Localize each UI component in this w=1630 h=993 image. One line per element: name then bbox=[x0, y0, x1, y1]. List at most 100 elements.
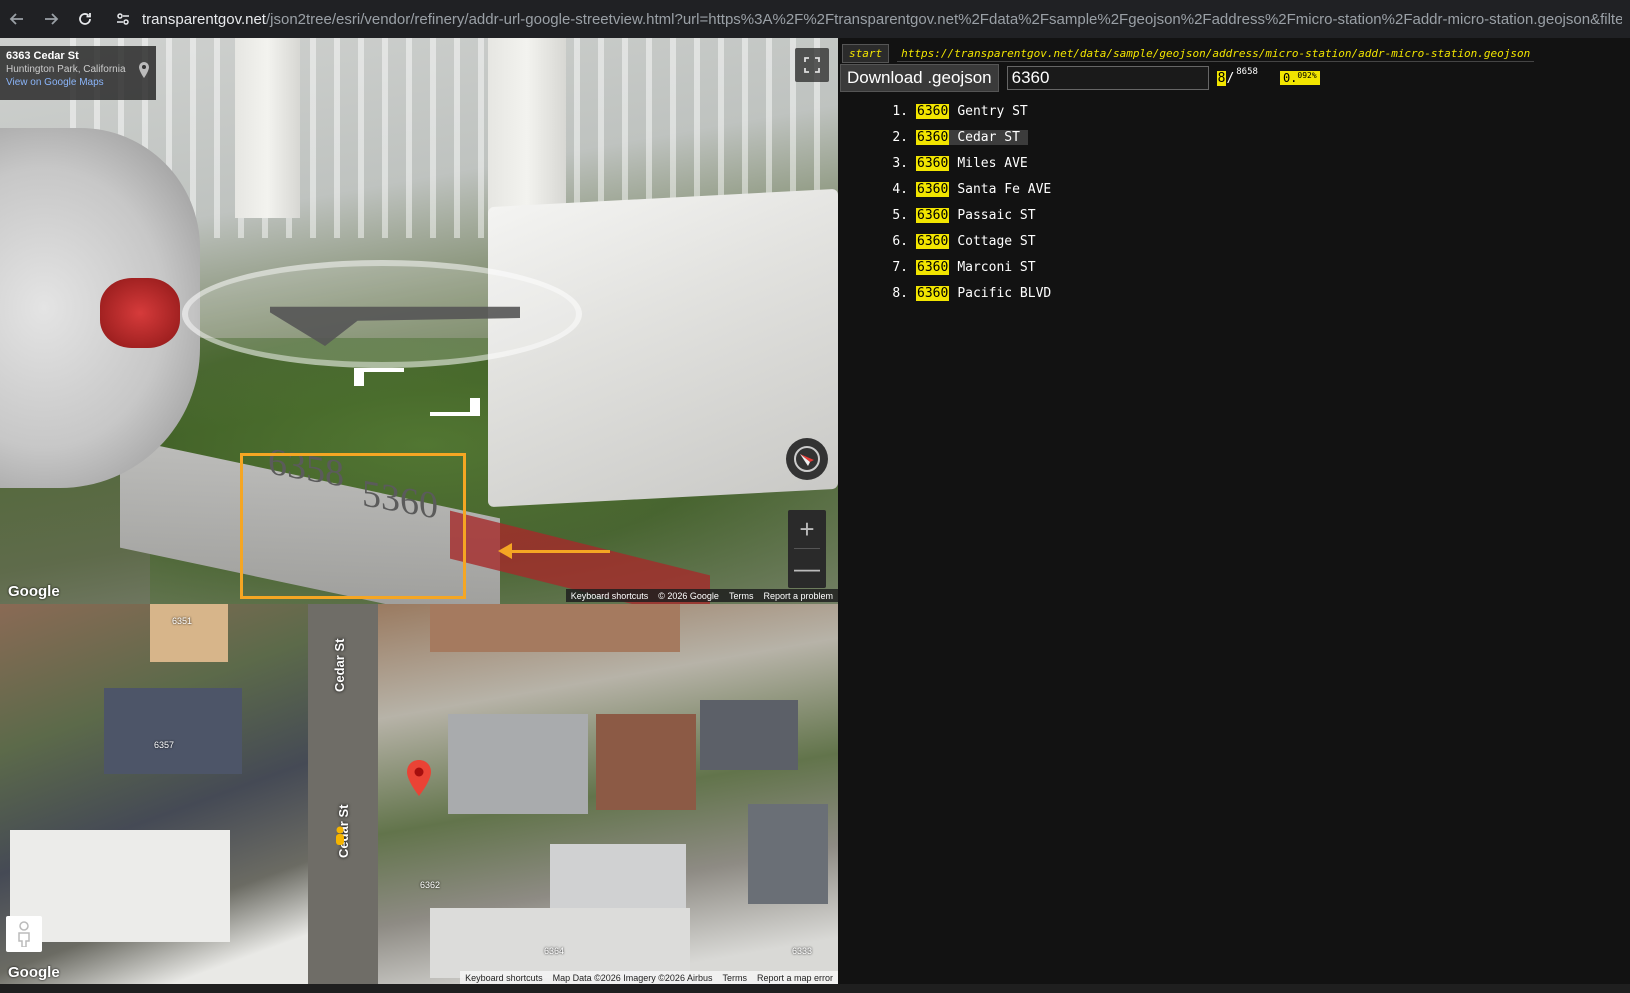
result-item[interactable]: 8. 6360 Pacific BLVD bbox=[878, 280, 1059, 306]
pillar-image bbox=[235, 38, 300, 218]
copyright-text: © 2026 Google bbox=[658, 590, 719, 601]
map-roof bbox=[150, 604, 228, 662]
result-item[interactable]: 3. 6360 Miles AVE bbox=[878, 150, 1059, 176]
site-info-icon[interactable] bbox=[108, 4, 138, 34]
result-street[interactable]: Pacific BLVD bbox=[949, 286, 1059, 301]
percent-sup: 092% bbox=[1297, 71, 1317, 80]
result-street[interactable]: Miles AVE bbox=[949, 156, 1035, 171]
result-number: 6360 bbox=[916, 103, 950, 119]
satellite-map[interactable]: Cedar St Cedar St 6351 6357 6362 6364 63… bbox=[0, 604, 838, 984]
url-path: /json2tree/esri/vendor/refinery/addr-url… bbox=[265, 10, 1622, 28]
result-street[interactable]: Cottage ST bbox=[949, 234, 1043, 249]
compass-icon bbox=[794, 446, 820, 472]
match-count-value: 8 bbox=[1216, 70, 1227, 86]
map-roof bbox=[448, 714, 588, 814]
house-number: 6362 bbox=[420, 880, 441, 890]
source-url-link[interactable]: https://transparentgov.net/data/sample/g… bbox=[897, 46, 1535, 62]
house-number: 6364 bbox=[544, 946, 565, 956]
status-strip bbox=[0, 984, 1630, 993]
terms-link[interactable]: Terms bbox=[724, 591, 759, 601]
map-roof bbox=[430, 908, 690, 978]
controls-row: Download .geojson 8 / 8658 0.092% bbox=[840, 64, 1320, 92]
result-index: 5. bbox=[892, 207, 908, 223]
streetview-attribution: Keyboard shortcuts © 2026 Google Terms R… bbox=[565, 589, 838, 602]
house-number: 6351 bbox=[172, 616, 193, 626]
reload-icon[interactable] bbox=[68, 4, 102, 34]
result-number: 6360 bbox=[916, 285, 950, 301]
pegman-icon bbox=[18, 921, 30, 947]
address-card: 6363 Cedar St Huntington Park, Californi… bbox=[0, 46, 156, 100]
view-on-google-maps-link[interactable]: View on Google Maps bbox=[6, 77, 150, 88]
result-index: 2. bbox=[892, 129, 908, 145]
result-street[interactable]: Passaic ST bbox=[949, 208, 1043, 223]
result-item[interactable]: 7. 6360 Marconi ST bbox=[878, 254, 1059, 280]
house-number: 6333 bbox=[792, 946, 813, 956]
report-map-error-link[interactable]: Report a map error bbox=[752, 973, 838, 983]
filter-input[interactable] bbox=[1006, 66, 1209, 90]
result-number: 6360 bbox=[916, 233, 950, 249]
result-street[interactable]: Santa Fe AVE bbox=[949, 182, 1059, 197]
result-item[interactable]: 4. 6360 Santa Fe AVE bbox=[878, 176, 1059, 202]
compass-button[interactable] bbox=[786, 438, 828, 480]
fullscreen-icon bbox=[804, 57, 820, 73]
back-icon[interactable] bbox=[0, 4, 34, 34]
pegman-button[interactable] bbox=[6, 916, 42, 952]
result-item[interactable]: 1. 6360 Gentry ST bbox=[878, 98, 1059, 124]
street-label: Cedar St bbox=[332, 638, 347, 692]
streetview-pane[interactable]: 6358 5360 6363 Cedar St Huntington Park,… bbox=[0, 38, 838, 604]
browser-toolbar: transparentgov.net/json2tree/esri/vendor… bbox=[0, 0, 1630, 38]
match-percent: 0.092% bbox=[1279, 71, 1320, 85]
address-locality: Huntington Park, California bbox=[6, 64, 126, 75]
result-item[interactable]: 6. 6360 Cottage ST bbox=[878, 228, 1059, 254]
result-index: 1. bbox=[892, 103, 908, 119]
result-index: 6. bbox=[892, 233, 908, 249]
cursor-bracket bbox=[354, 368, 404, 386]
location-pin-icon[interactable] bbox=[138, 62, 150, 78]
result-index: 7. bbox=[892, 259, 908, 275]
result-street[interactable]: Marconi ST bbox=[949, 260, 1043, 275]
result-number: 6360 bbox=[916, 129, 950, 145]
forward-icon[interactable] bbox=[34, 4, 68, 34]
result-item[interactable]: 5. 6360 Passaic ST bbox=[878, 202, 1059, 228]
match-count: 8 / 8658 bbox=[1216, 66, 1258, 86]
results-panel: start https://transparentgov.net/data/sa… bbox=[838, 38, 1630, 984]
keyboard-shortcuts-link[interactable]: Keyboard shortcuts bbox=[566, 591, 654, 601]
result-number: 6360 bbox=[916, 181, 950, 197]
start-button[interactable]: start bbox=[842, 44, 890, 63]
map-marker-icon[interactable] bbox=[406, 760, 432, 796]
result-index: 4. bbox=[892, 181, 908, 197]
total-count-value: 8658 bbox=[1236, 66, 1258, 77]
house-number: 6357 bbox=[154, 740, 175, 750]
map-roof bbox=[430, 604, 680, 652]
map-roof bbox=[104, 688, 242, 774]
highlight-box bbox=[240, 453, 466, 599]
map-roof bbox=[748, 804, 828, 904]
map-roof bbox=[10, 830, 230, 942]
result-index: 8. bbox=[892, 285, 908, 301]
google-logo: Google bbox=[8, 964, 60, 981]
highlight-arrow-icon bbox=[498, 543, 610, 559]
url-host: transparentgov.net bbox=[142, 10, 266, 28]
map-roof bbox=[700, 700, 798, 770]
fullscreen-button[interactable] bbox=[795, 48, 829, 82]
zoom-out-button[interactable]: — bbox=[788, 549, 826, 587]
percent-main: 0. bbox=[1282, 71, 1298, 85]
zoom-in-button[interactable]: + bbox=[788, 510, 826, 548]
result-street[interactable]: Cedar ST bbox=[949, 129, 1028, 145]
google-logo: Google bbox=[8, 583, 60, 600]
map-roof bbox=[550, 844, 686, 910]
report-problem-link[interactable]: Report a problem bbox=[758, 591, 838, 601]
source-row: start https://transparentgov.net/data/sa… bbox=[842, 44, 1535, 63]
address-bar[interactable]: transparentgov.net/json2tree/esri/vendor… bbox=[142, 11, 1622, 28]
map-data-text: Map Data ©2026 Imagery ©2026 Airbus bbox=[552, 972, 713, 983]
result-item[interactable]: 2. 6360 Cedar ST bbox=[878, 124, 1059, 150]
download-geojson-button[interactable]: Download .geojson bbox=[840, 64, 999, 92]
pegman-marker-icon bbox=[336, 826, 344, 845]
address-title: 6363 Cedar St bbox=[6, 50, 79, 62]
result-number: 6360 bbox=[916, 259, 950, 275]
result-number: 6360 bbox=[916, 207, 950, 223]
taillight-image bbox=[100, 278, 180, 348]
result-street[interactable]: Gentry ST bbox=[949, 104, 1035, 119]
terms-link[interactable]: Terms bbox=[717, 973, 752, 983]
keyboard-shortcuts-link[interactable]: Keyboard shortcuts bbox=[460, 973, 548, 983]
